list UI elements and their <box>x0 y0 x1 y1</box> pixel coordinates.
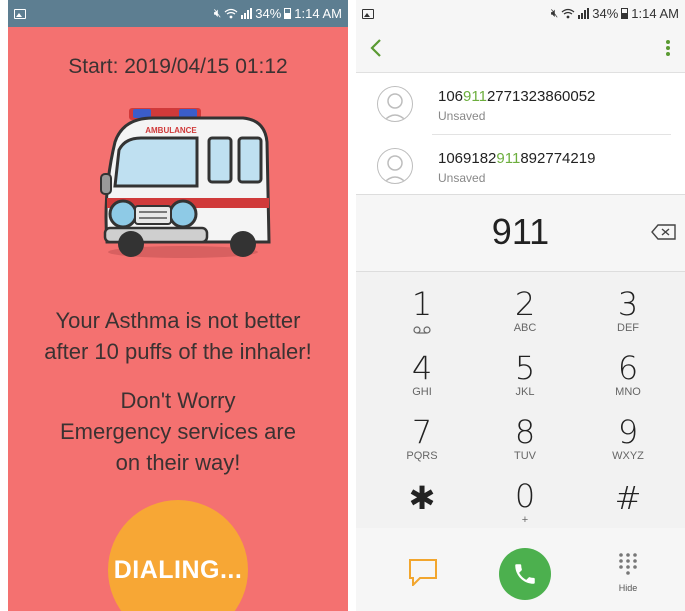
ambulance-illustration: AMBULANCE <box>100 108 271 258</box>
status-time: 1:14 AM <box>631 6 679 21</box>
status-time: 1:14 AM <box>294 6 342 21</box>
key-2[interactable]: 2 ABC <box>485 287 565 347</box>
key-letters: MNO <box>615 386 641 398</box>
key-5[interactable]: 5 JKL <box>485 351 565 411</box>
key-6[interactable]: 6 MNO <box>588 351 668 411</box>
key-digit: 8 <box>514 413 536 451</box>
key-letters: + <box>521 514 529 526</box>
key-digit: 2 <box>514 285 536 323</box>
gallery-notification-icon <box>14 8 26 19</box>
contact-status: Unsaved <box>438 171 486 185</box>
contact-number: 1069112771323860052 <box>438 88 595 105</box>
key-letters: TUV <box>514 450 536 462</box>
back-arrow-icon[interactable] <box>368 37 384 59</box>
message-line: Your Asthma is not better <box>55 308 301 333</box>
contact-avatar-icon <box>377 86 413 122</box>
key-digit: 3 <box>617 285 639 323</box>
number-part: 106 <box>438 88 464 105</box>
message-icon[interactable] <box>408 558 438 586</box>
typed-number[interactable]: 911 <box>356 211 685 253</box>
number-part: 892774219 <box>520 150 596 167</box>
backspace-icon[interactable] <box>651 224 677 240</box>
message-line: after 10 puffs of the inhaler! <box>44 339 312 364</box>
key-digit: # <box>614 479 642 517</box>
key-8[interactable]: 8 TUV <box>485 415 565 475</box>
gallery-notification-icon <box>362 8 374 19</box>
status-bar: 🔇︎ 34% 1:14 AM <box>8 0 348 27</box>
key-digit: 9 <box>617 413 639 451</box>
dialer-app-bar <box>356 27 685 73</box>
wifi-icon <box>224 8 238 19</box>
keypad-icon <box>619 553 637 575</box>
call-button[interactable] <box>499 548 551 600</box>
dial-keypad: 1 2 ABC 3 DEF 4 GHI 5 JKL 6 MNO 7 PQRS 8 TUV 9W… <box>356 271 685 527</box>
phone-icon <box>515 564 535 584</box>
key-letters: JKL <box>515 386 535 398</box>
asthma-message: Your Asthma is not better after 10 puffs… <box>8 305 348 367</box>
contact-suggestion[interactable]: 1069112771323860052 Unsaved <box>356 73 685 135</box>
battery-icon <box>621 8 629 19</box>
key-digit: 5 <box>514 349 536 387</box>
key-digit: 4 <box>411 349 433 387</box>
key-letters: ABC <box>513 322 537 334</box>
message-line: on their way! <box>115 450 241 475</box>
mute-icon: 🔇︎ <box>213 6 222 20</box>
number-part: 1069182 <box>438 150 497 167</box>
status-bar: 🔇︎ 34% 1:14 AM <box>356 0 685 27</box>
key-letters: PQRS <box>406 450 438 462</box>
dialer-bottom-bar: Hide <box>356 528 685 611</box>
phone-dialer-screen: 🔇︎ 34% 1:14 AM 1069112771323860052 Unsav… <box>356 0 685 611</box>
key-letters: GHI <box>412 386 432 398</box>
dialing-label: DIALING... <box>113 556 243 584</box>
key-digit: 0 <box>514 477 536 515</box>
battery-icon <box>284 8 292 19</box>
hide-label: Hide <box>618 583 638 593</box>
reassurance-message: Don't Worry Emergency services are on th… <box>8 385 348 478</box>
message-line: Emergency services are <box>60 419 296 444</box>
number-part: 2771323860052 <box>486 88 596 105</box>
message-line: Don't Worry <box>120 388 236 413</box>
wifi-icon <box>561 8 575 19</box>
key-letters: DEF <box>617 322 639 334</box>
mute-icon: 🔇︎ <box>550 6 559 20</box>
key-3[interactable]: 3 DEF <box>588 287 668 347</box>
number-match: 911 <box>463 88 487 105</box>
key-1[interactable]: 1 <box>382 287 462 347</box>
ambulance-label: AMBULANCE <box>145 126 197 135</box>
contact-avatar-icon <box>377 148 413 184</box>
number-match: 911 <box>496 150 521 167</box>
asthma-alert-screen: 🔇︎ 34% 1:14 AM Start: 2019/04/15 01:12 A… <box>8 0 348 611</box>
dialing-button[interactable]: DIALING... <box>108 500 248 611</box>
signal-icon <box>241 8 253 19</box>
battery-percent: 34% <box>592 6 619 21</box>
voicemail-icon <box>413 326 431 334</box>
key-4[interactable]: 4 GHI <box>382 351 462 411</box>
battery-percent: 34% <box>255 6 282 21</box>
hide-keypad-button[interactable]: Hide <box>612 552 644 593</box>
key-digit: 7 <box>411 413 433 451</box>
contact-suggestions: 1069112771323860052 Unsaved 106918291189… <box>356 73 685 194</box>
key-digit: 6 <box>617 349 639 387</box>
key-7[interactable]: 7 PQRS <box>382 415 462 475</box>
signal-icon <box>578 8 590 19</box>
number-display: 911 <box>356 194 685 272</box>
key-digit: 1 <box>411 285 433 323</box>
contact-number: 1069182911892774219 <box>438 150 595 167</box>
contact-suggestion[interactable]: 1069182911892774219 Unsaved <box>356 135 685 195</box>
key-digit: ✱ <box>408 479 436 517</box>
key-letters: WXYZ <box>612 450 644 462</box>
start-timestamp: Start: 2019/04/15 01:12 <box>68 55 288 78</box>
key-9[interactable]: 9 WXYZ <box>588 415 668 475</box>
more-options-icon[interactable] <box>665 39 671 57</box>
contact-status: Unsaved <box>438 109 486 123</box>
